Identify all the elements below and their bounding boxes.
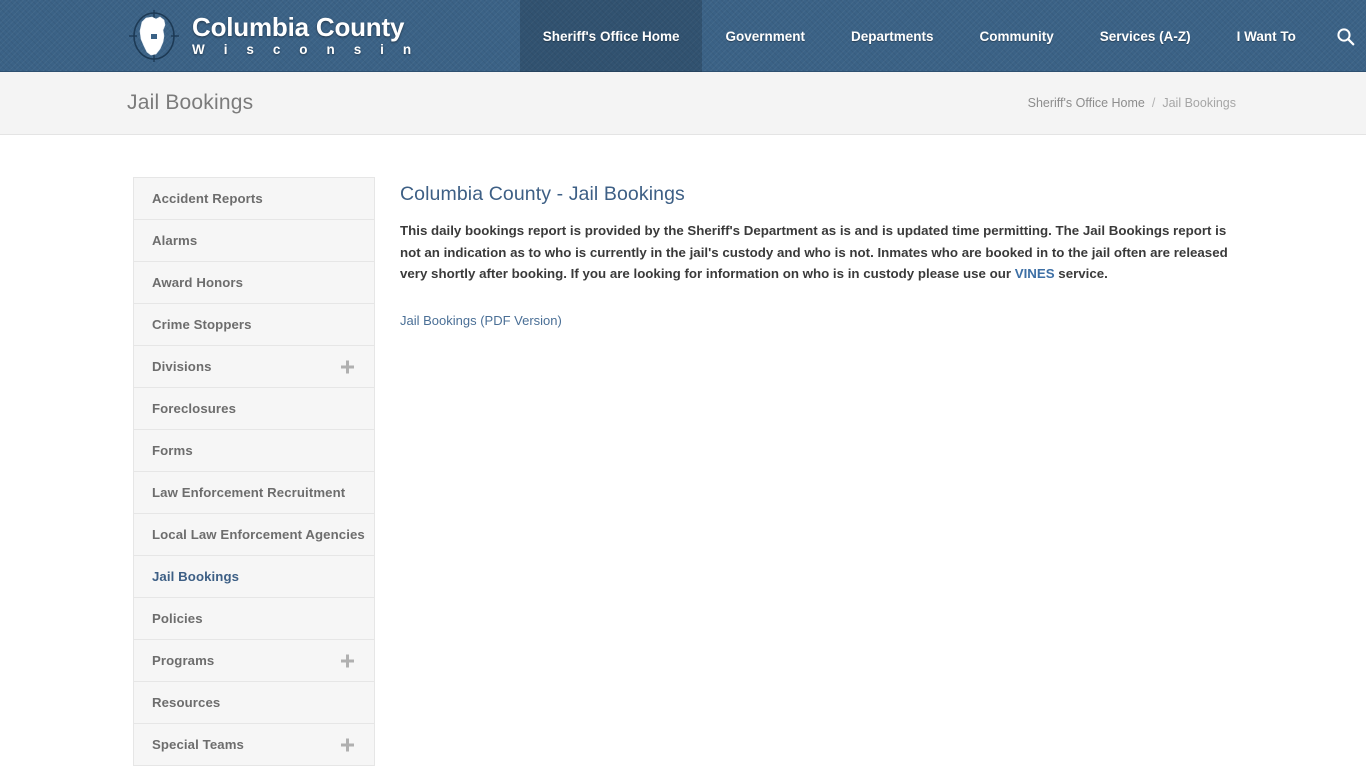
sidebar-item-foreclosures[interactable]: Foreclosures [133, 387, 375, 430]
sidebar-item-label: Local Law Enforcement Agencies [152, 527, 365, 542]
brand-subtitle: W i s c o n s i n [192, 41, 419, 57]
sidebar-item-label: Crime Stoppers [152, 317, 252, 332]
sidebar-item-accident-reports[interactable]: Accident Reports [133, 177, 375, 220]
sidebar-item-label: Award Honors [152, 275, 244, 290]
sidebar-item-label: Foreclosures [152, 401, 237, 416]
search-icon [1337, 27, 1355, 45]
expand-plus-icon[interactable] [341, 738, 354, 751]
sidebar-item-special-teams[interactable]: Special Teams [133, 723, 375, 766]
nav-item-services-a-z[interactable]: Services (A-Z) [1077, 0, 1214, 72]
vines-link[interactable]: VINES [1015, 266, 1055, 281]
search-button[interactable] [1319, 0, 1366, 72]
brand-title: Columbia County [192, 11, 405, 42]
sidebar-item-label: Special Teams [152, 737, 244, 752]
content-heading: Columbia County - Jail Bookings [400, 183, 685, 205]
jail-bookings-pdf-link[interactable]: Jail Bookings (PDF Version) [400, 313, 562, 328]
breadcrumb-current: Jail Bookings [1162, 96, 1236, 110]
sidebar-item-local-law-enforcement-agencies[interactable]: Local Law Enforcement Agencies [133, 513, 375, 556]
sidebar-item-jail-bookings[interactable]: Jail Bookings [133, 555, 375, 598]
breadcrumb: Sheriff's Office Home / Jail Bookings [1028, 96, 1236, 110]
nav-item-sheriffs-office-home[interactable]: Sheriff's Office Home [519, 0, 703, 72]
sidebar-item-label: Law Enforcement Recruitment [152, 485, 346, 500]
sidebar-item-award-honors[interactable]: Award Honors [133, 261, 375, 304]
sidebar-item-programs[interactable]: Programs [133, 639, 375, 682]
nav-item-government[interactable]: Government [702, 0, 828, 72]
sidebar-item-label: Resources [152, 695, 221, 710]
page-title: Jail Bookings [127, 91, 254, 114]
wisconsin-state-outline-compass-icon [129, 10, 179, 62]
nav-item-community[interactable]: Community [957, 0, 1077, 72]
main-navigation: Sheriff's Office Home Government Departm… [519, 0, 1366, 72]
sidebar-item-alarms[interactable]: Alarms [133, 219, 375, 262]
sidebar-item-law-enforcement-recruitment[interactable]: Law Enforcement Recruitment [133, 471, 375, 514]
main-content: Columbia County - Jail Bookings This dai… [400, 183, 1245, 330]
site-brand[interactable]: Columbia County W i s c o n s i n [126, 0, 421, 72]
sidebar-item-divisions[interactable]: Divisions [133, 345, 375, 388]
content-paragraph: This daily bookings report is provided b… [400, 220, 1235, 285]
brand-text: Columbia County W i s c o n s i n [192, 13, 421, 60]
breadcrumb-parent-link[interactable]: Sheriff's Office Home [1028, 96, 1145, 110]
site-header: Columbia County W i s c o n s i n Sherif… [0, 0, 1366, 72]
paragraph-text-after-link: service. [1054, 266, 1108, 281]
expand-plus-icon[interactable] [341, 360, 354, 373]
breadcrumb-separator: / [1151, 96, 1156, 110]
content-wrapper: Accident Reports Alarms Award Honors Cri… [0, 135, 1366, 768]
sidebar-item-label: Divisions [152, 359, 212, 374]
sidebar-item-crime-stoppers[interactable]: Crime Stoppers [133, 303, 375, 346]
sidebar-item-label: Accident Reports [152, 191, 263, 206]
sidebar-item-label: Jail Bookings [152, 569, 240, 584]
sidebar-item-label: Alarms [152, 233, 198, 248]
sidebar-item-forms[interactable]: Forms [133, 429, 375, 472]
expand-plus-icon[interactable] [341, 654, 354, 667]
sidebar-item-label: Policies [152, 611, 203, 626]
sidebar-item-label: Programs [152, 653, 215, 668]
nav-item-departments[interactable]: Departments [828, 0, 957, 72]
page-banner: Jail Bookings Sheriff's Office Home / Ja… [0, 72, 1366, 135]
sidebar-navigation: Accident Reports Alarms Award Honors Cri… [133, 177, 375, 766]
nav-item-i-want-to[interactable]: I Want To [1214, 0, 1319, 72]
sidebar-item-policies[interactable]: Policies [133, 597, 375, 640]
sidebar-item-label: Forms [152, 443, 193, 458]
sidebar-item-resources[interactable]: Resources [133, 681, 375, 724]
